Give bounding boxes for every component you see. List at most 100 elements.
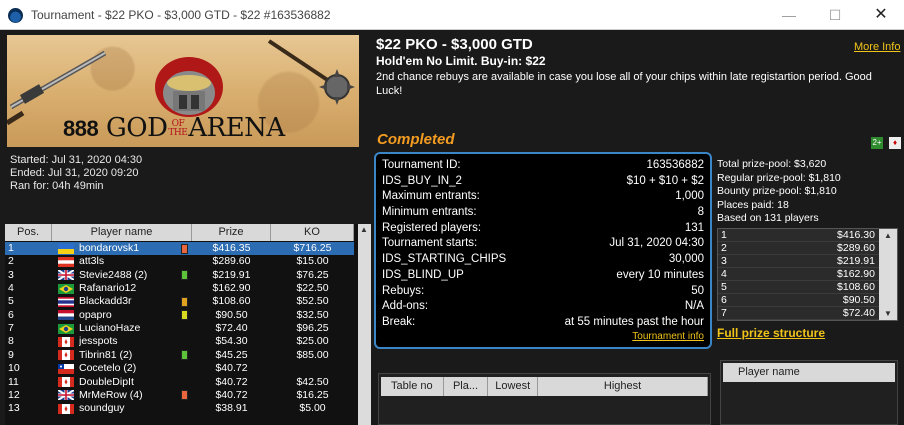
player-name: bondarovsk1 <box>79 242 140 254</box>
player-row[interactable]: 3 Stevie2488 (2) $219.91 $76.25 <box>5 269 354 282</box>
player-ko: $85.00 <box>296 348 329 361</box>
player-row[interactable]: 1 bondarovsk1 $416.35 $716.25 <box>5 242 354 256</box>
player-prize: $219.91 <box>212 268 251 281</box>
maximize-button[interactable]: ☐ <box>812 0 858 30</box>
scroll-up-icon[interactable]: ▲ <box>360 225 368 234</box>
player-row[interactable]: 4 Rafanario12 $162.90 $22.50 <box>5 282 354 295</box>
scroll-up-icon[interactable]: ▲ <box>884 231 892 240</box>
column-header-ko[interactable]: KO <box>271 224 354 241</box>
player-position: 6 <box>8 308 14 321</box>
based-on-players: Based on 131 players <box>717 212 819 224</box>
payout-row: 7 $72.40 <box>718 307 897 320</box>
player-row[interactable]: 9 Tibrin81 (2) $45.25 $85.00 <box>5 349 354 362</box>
player-name: MrMeRow (4) <box>79 388 143 401</box>
country-flag-icon <box>58 270 74 281</box>
country-flag-icon <box>58 243 74 254</box>
player-ko: $32.50 <box>296 308 329 321</box>
detail-value: N/A <box>684 300 704 313</box>
player-name: Stevie2488 (2) <box>79 268 148 281</box>
bounty-shield-icon: ♦ <box>889 137 901 149</box>
player-row[interactable]: 10 Cocetelo (2) $40.72 <box>5 362 354 375</box>
minimize-button[interactable]: — <box>766 0 812 30</box>
column-header-lowest[interactable]: Lowest <box>488 377 539 396</box>
tables-grid-header: Table no Pla... Lowest Highest <box>381 377 709 396</box>
player-prize: $72.40 <box>215 322 248 335</box>
detail-row: Minimum entrants: 8 <box>382 205 704 221</box>
detail-label: Tournament starts: <box>382 237 478 250</box>
player-name: DoubleDipIt <box>79 375 134 388</box>
total-prize-pool: Total prize-pool: $3,620 <box>717 158 827 170</box>
tournament-times: Started: Jul 31, 2020 04:30 Ended: Jul 3… <box>10 154 142 193</box>
window-title-bar: Tournament - $22 PKO - $3,000 GTD - $22 … <box>0 0 904 30</box>
detail-value: $10 + $10 + $2 <box>626 174 704 187</box>
payout-place: 7 <box>721 307 727 319</box>
payout-row: 1 $416.30 <box>718 229 897 242</box>
detail-label: Maximum entrants: <box>382 190 480 203</box>
column-header-players[interactable]: Pla... <box>444 377 489 396</box>
detail-label: Tournament ID: <box>382 159 461 171</box>
payout-table[interactable]: 1 $416.30 2 $289.60 3 $219.91 4 $162.90 5 $108.60… <box>717 228 898 321</box>
player-row[interactable]: 8 jesspots $54.30 $25.00 <box>5 335 354 348</box>
payout-scrollbar[interactable]: ▲ ▼ <box>879 229 897 320</box>
player-row[interactable]: 11 DoubleDipIt $40.72 $42.50 <box>5 376 354 389</box>
column-header-prize[interactable]: Prize <box>192 224 271 241</box>
bounty-prize-pool: Bounty prize-pool: $1,810 <box>717 185 837 197</box>
detail-row: Tournament ID: 163536882 <box>382 158 704 174</box>
player-note-icon[interactable] <box>181 390 188 401</box>
detail-value: at 55 minutes past the hour <box>564 315 704 328</box>
column-header-player-name[interactable]: Player name <box>52 224 192 241</box>
players-table: Pos. Player name Prize KO 1 bondarovsk1 … <box>5 224 371 425</box>
ended-time: Ended: Jul 31, 2020 09:20 <box>10 167 139 179</box>
column-header-table-player-name[interactable]: Player name <box>723 363 895 382</box>
status-label: Completed <box>377 131 455 148</box>
player-row[interactable]: 7 LucianoHaze $72.40 $96.25 <box>5 322 354 335</box>
detail-label: Add-ons: <box>382 300 429 313</box>
player-position: 10 <box>8 362 20 375</box>
detail-value: Jul 31, 2020 04:30 <box>609 237 704 250</box>
column-header-table-no[interactable]: Table no <box>381 377 444 396</box>
player-name: opapro <box>79 308 112 321</box>
player-ko: $5.00 <box>299 402 326 415</box>
player-row[interactable]: 2 att3ls $289.60 $15.00 <box>5 255 354 268</box>
payout-place: 5 <box>721 281 727 293</box>
payout-row: 5 $108.60 <box>718 281 897 294</box>
player-ko: $42.50 <box>296 375 329 388</box>
player-note-icon[interactable] <box>181 350 188 361</box>
payout-place: 6 <box>721 294 727 306</box>
payout-amount: $219.91 <box>837 255 875 267</box>
country-flag-icon <box>58 390 74 401</box>
scroll-down-icon[interactable]: ▼ <box>884 309 892 318</box>
tournament-banner: 888 GOD OF THEARENA <box>7 35 359 147</box>
payout-amount: $90.50 <box>842 294 875 306</box>
player-position: 8 <box>8 335 14 348</box>
player-row[interactable]: 13 soundguy $38.91 $5.00 <box>5 402 354 415</box>
player-ko: $25.00 <box>296 335 329 348</box>
player-note-icon[interactable] <box>181 270 188 281</box>
player-row[interactable]: 6 opapro $90.50 $32.50 <box>5 309 354 322</box>
full-prize-structure-link[interactable]: Full prize structure <box>717 326 825 340</box>
more-info-link[interactable]: More Info <box>854 41 900 53</box>
column-header-highest[interactable]: Highest <box>538 377 709 396</box>
detail-label: IDS_STARTING_CHIPS <box>382 253 507 266</box>
event-description: 2nd chance rebuys are available in case … <box>376 71 872 97</box>
column-header-pos[interactable]: Pos. <box>5 224 52 241</box>
player-row[interactable]: 12 MrMeRow (4) $40.72 $16.25 <box>5 389 354 402</box>
payout-row: 6 $90.50 <box>718 294 897 307</box>
close-button[interactable]: ✕ <box>858 0 904 30</box>
table-players-grid: Player name <box>720 360 898 425</box>
player-position: 12 <box>8 388 20 401</box>
player-ko: $76.25 <box>296 268 329 281</box>
tables-grid: Table no Pla... Lowest Highest <box>378 373 711 425</box>
player-name: soundguy <box>79 402 125 415</box>
tournament-info-link[interactable]: Tournament info <box>632 331 704 342</box>
player-prize: $38.91 <box>215 402 248 415</box>
player-prize: $90.50 <box>215 308 248 321</box>
detail-row: Add-ons: N/A <box>382 299 704 315</box>
player-note-icon[interactable] <box>181 297 188 308</box>
players-scrollbar[interactable]: ▲ <box>358 224 371 425</box>
player-note-icon[interactable] <box>181 310 188 321</box>
detail-label: IDS_BUY_IN_2 <box>382 174 462 187</box>
player-row[interactable]: 5 Blackadd3r $108.60 $52.50 <box>5 295 354 308</box>
player-note-icon[interactable] <box>181 243 188 254</box>
player-name: Cocetelo (2) <box>79 362 137 375</box>
